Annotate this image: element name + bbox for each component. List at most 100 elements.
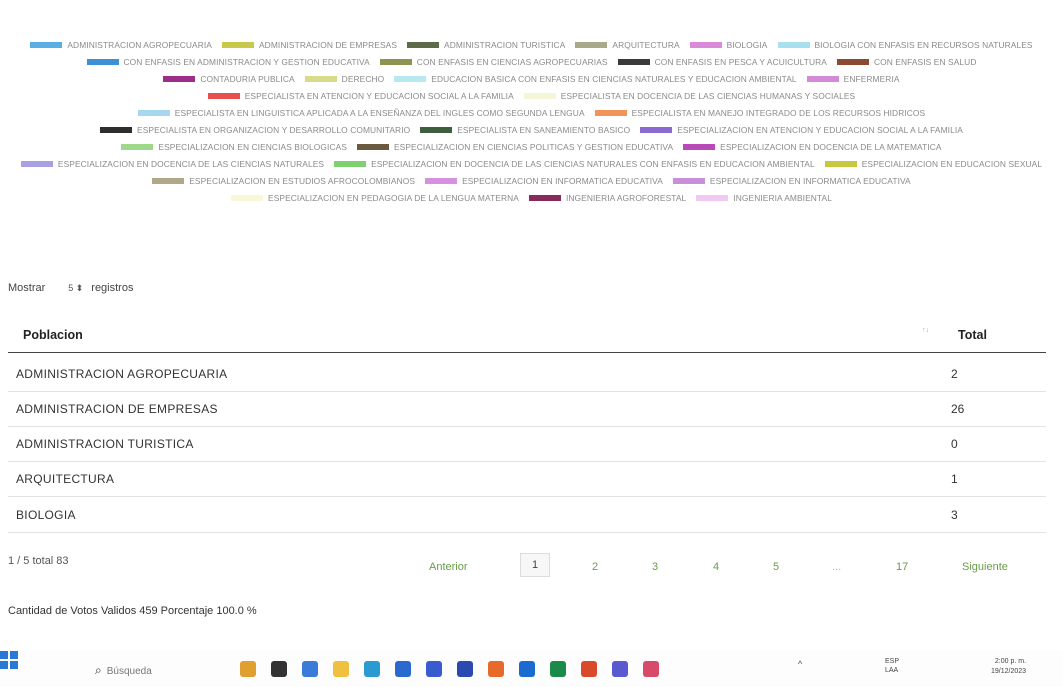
legend-item[interactable]: ESPECIALISTA EN MANEJO INTEGRADO DE LOS … — [594, 107, 926, 119]
powerpoint-icon[interactable] — [581, 661, 597, 677]
legend-item[interactable]: BIOLOGIA CON ENFASIS EN RECURSOS NATURAL… — [777, 39, 1033, 51]
chevron-updown-icon: ⬍ — [75, 282, 84, 293]
firefox-icon[interactable] — [488, 661, 504, 677]
terminal-icon[interactable] — [271, 661, 287, 677]
legend-item[interactable]: ESPECIALIZACION EN CIENCIAS POLITICAS Y … — [356, 141, 673, 153]
legend-label: ESPECIALIZACION EN CIENCIAS BIOLOGICAS — [158, 142, 347, 152]
legend-item[interactable]: ESPECIALIZACION EN DOCENCIA DE LAS CIENC… — [334, 158, 815, 170]
legend-item[interactable]: EDUCACION BASICA CON ENFASIS EN CIENCIAS… — [394, 73, 797, 85]
outlook-icon[interactable] — [519, 661, 535, 677]
page-length-select[interactable]: 5 ⬍ — [53, 281, 83, 295]
legend-item[interactable]: CON ENFASIS EN ADMINISTRACION Y GESTION … — [86, 56, 370, 68]
column-header-total[interactable]: Total — [958, 328, 987, 342]
legend-label: ARQUITECTURA — [612, 40, 680, 50]
legend-label: ESPECIALIZACION EN EDUCACION SEXUAL — [861, 159, 1043, 169]
legend-swatch — [137, 110, 170, 116]
legend-item[interactable]: ARQUITECTURA — [575, 39, 680, 51]
legend-item[interactable]: ESPECIALIZACION EN DOCENCIA DE LAS CIENC… — [20, 158, 324, 170]
page-button-3[interactable]: 3 — [652, 561, 658, 573]
next-page-button[interactable]: Siguiente — [962, 561, 1008, 573]
edge-icon[interactable] — [364, 661, 380, 677]
row-poblacion: ADMINISTRACION TURISTICA — [16, 437, 194, 451]
store-icon[interactable] — [395, 661, 411, 677]
legend-swatch — [696, 195, 729, 201]
page-button-2[interactable]: 2 — [592, 561, 598, 573]
excel-icon[interactable] — [550, 661, 566, 677]
legend-item[interactable]: ESPECIALIZACION EN ATENCION Y EDUCACION … — [640, 124, 963, 136]
legend-label: ESPECIALIZACION EN INFORMATICA EDUCATIVA — [709, 176, 911, 186]
legend-swatch — [394, 76, 427, 82]
legend-swatch — [304, 76, 337, 82]
teams-icon[interactable] — [612, 661, 628, 677]
chat-icon[interactable] — [302, 661, 318, 677]
column-header-poblacion[interactable]: Poblacion — [23, 328, 83, 342]
sort-icon[interactable]: ↑↓ — [922, 327, 929, 334]
legend-item[interactable]: ESPECIALISTA EN ATENCION Y EDUCACION SOC… — [207, 90, 514, 102]
legend-label: CON ENFASIS EN SALUD — [873, 57, 977, 67]
legend-label: ESPECIALIZACION EN PEDAGOGIA DE LA LENGU… — [268, 193, 519, 203]
legend-item[interactable]: ESPECIALIZACION EN INFORMATICA EDUCATIVA — [672, 175, 911, 187]
legend-label: CONTADURIA PUBLICA — [200, 74, 295, 84]
prev-page-button[interactable]: Anterior — [429, 561, 468, 573]
lumen-icon[interactable] — [426, 661, 442, 677]
legend-label: EDUCACION BASICA CON ENFASIS EN CIENCIAS… — [431, 74, 797, 84]
legend-item[interactable]: ADMINISTRACION TURISTICA — [407, 39, 565, 51]
legend-swatch — [207, 93, 240, 99]
legend-label: ADMINISTRACION AGROPECUARIA — [67, 40, 212, 50]
dropbox-icon[interactable] — [457, 661, 473, 677]
snip-icon[interactable] — [643, 661, 659, 677]
language-indicator[interactable]: ESP LAA — [885, 657, 899, 675]
legend-item[interactable]: ESPECIALIZACION EN EDUCACION SEXUAL — [824, 158, 1043, 170]
legend-label: ESPECIALIZACION EN DOCENCIA DE LAS CIENC… — [371, 159, 815, 169]
legend-item[interactable]: DERECHO — [304, 73, 385, 85]
page-button-4[interactable]: 4 — [713, 561, 719, 573]
clock[interactable]: 2:00 p. m. 19/12/2023 — [991, 657, 1026, 677]
legend-swatch — [334, 161, 367, 167]
legend-item[interactable]: CONTADURIA PUBLICA — [163, 73, 295, 85]
legend-item[interactable]: ESPECIALISTA EN LINGUISTICA APLICADA A L… — [137, 107, 585, 119]
legend-item[interactable]: INGENIERIA AGROFORESTAL — [528, 192, 687, 204]
widgets-icon[interactable] — [240, 661, 256, 677]
legend-item[interactable]: ENFERMERIA — [806, 73, 900, 85]
legend-item[interactable]: CON ENFASIS EN CIENCIAS AGROPECUARIAS — [379, 56, 608, 68]
file-explorer-icon[interactable] — [333, 661, 349, 677]
legend-swatch — [152, 178, 185, 184]
chart-legend: ADMINISTRACION AGROPECUARIA ADMINISTRACIO… — [20, 39, 1043, 249]
legend-label: BIOLOGIA CON ENFASIS EN RECURSOS NATURAL… — [814, 40, 1033, 50]
legend-item[interactable]: CON ENFASIS EN SALUD — [836, 56, 977, 68]
legend-item[interactable]: ESPECIALIZACION EN PEDAGOGIA DE LA LENGU… — [231, 192, 519, 204]
legend-label: ADMINISTRACION TURISTICA — [444, 40, 566, 50]
legend-item[interactable]: ESPECIALISTA EN ORGANIZACION Y DESARROLL… — [100, 124, 410, 136]
table-row: ADMINISTRACION TURISTICA 0 — [8, 426, 1046, 462]
legend-item[interactable]: ESPECIALIZACION EN ESTUDIOS AFROCOLOMBIA… — [152, 175, 415, 187]
legend-item[interactable]: ESPECIALISTA EN SANEAMIENTO BASICO — [420, 124, 630, 136]
row-poblacion: BIOLOGIA — [16, 508, 76, 522]
page-length-value: 5 — [68, 283, 74, 293]
legend-item[interactable]: ESPECIALIZACION EN CIENCIAS BIOLOGICAS — [121, 141, 347, 153]
windows-start-icon[interactable] — [0, 651, 18, 669]
legend-item[interactable]: ESPECIALISTA EN DOCENCIA DE LAS CIENCIAS… — [523, 90, 855, 102]
legend-item[interactable]: ESPECIALIZACION EN DOCENCIA DE LA MATEMA… — [683, 141, 941, 153]
legend-item[interactable]: ESPECIALIZACION EN INFORMATICA EDUCATIVA — [425, 175, 663, 187]
system-tray[interactable]: ^ — [798, 659, 802, 669]
legend-item[interactable]: INGENIERIA AMBIENTAL — [696, 192, 832, 204]
legend-swatch — [420, 127, 453, 133]
legend-label: ESPECIALIZACION EN ESTUDIOS AFROCOLOMBIA… — [189, 176, 416, 186]
legend-label: INGENIERIA AGROFORESTAL — [565, 193, 687, 203]
page-button-1[interactable]: 1 — [520, 553, 551, 577]
legend-label: ESPECIALIZACION EN INFORMATICA EDUCATIVA — [462, 176, 663, 186]
legend-item[interactable]: CON ENFASIS EN PESCA Y ACUICULTURA — [617, 56, 827, 68]
page-button-17[interactable]: 17 — [896, 561, 908, 573]
page-button-5[interactable]: 5 — [773, 561, 779, 573]
legend-swatch — [100, 127, 133, 133]
legend-item[interactable]: ADMINISTRACION AGROPECUARIA — [30, 39, 212, 51]
legend-swatch — [777, 42, 810, 48]
legend-label: CON ENFASIS EN CIENCIAS AGROPECUARIAS — [416, 57, 608, 67]
legend-item[interactable]: BIOLOGIA — [689, 39, 768, 51]
table-row: ADMINISTRACION DE EMPRESAS 26 — [8, 391, 1046, 427]
row-total: 26 — [951, 402, 965, 416]
taskbar-search[interactable]: ⌕ Búsqueda — [95, 663, 152, 678]
chevron-up-icon[interactable]: ^ — [798, 659, 802, 669]
row-total: 2 — [951, 367, 958, 381]
legend-item[interactable]: ADMINISTRACION DE EMPRESAS — [222, 39, 397, 51]
